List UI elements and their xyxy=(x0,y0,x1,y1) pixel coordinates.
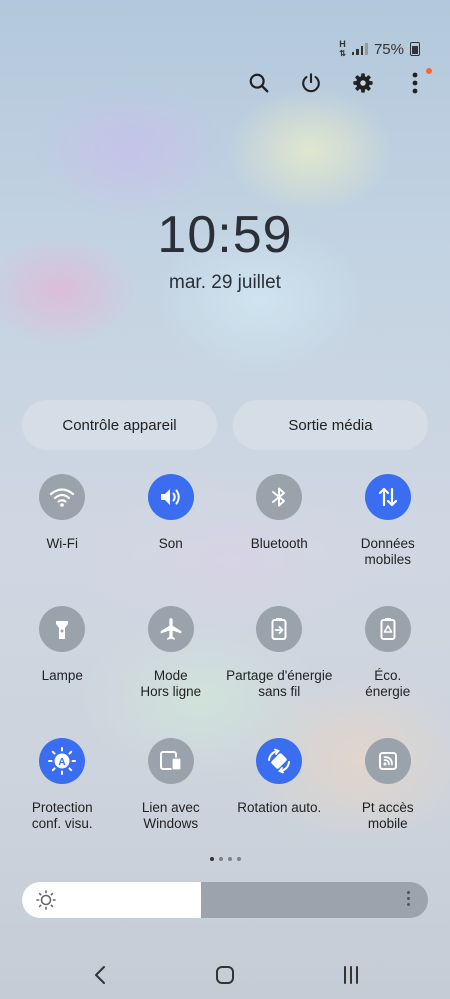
link-to-windows-icon xyxy=(159,751,182,771)
tile-power-saving[interactable]: Éco. énergie xyxy=(334,604,443,736)
tile-eye-comfort-toggle[interactable]: A xyxy=(39,738,86,784)
tile-power-share[interactable]: Partage d'énergie sans fil xyxy=(225,604,334,736)
mobile-data-icon xyxy=(378,487,397,507)
tile-power-saving-toggle[interactable] xyxy=(364,606,411,652)
power-button[interactable] xyxy=(296,66,326,100)
page-dot xyxy=(209,857,214,861)
recents-icon xyxy=(344,966,358,984)
device-control-button[interactable]: Contrôle appareil xyxy=(22,400,217,450)
tile-auto-rotate[interactable]: Rotation auto. xyxy=(225,736,334,868)
tile-airplane-toggle[interactable] xyxy=(147,606,194,652)
tile-wifi[interactable]: Wi-Fi xyxy=(8,472,117,604)
tile-eye-comfort[interactable]: A Protection conf. visu. xyxy=(8,736,117,868)
airplane-icon xyxy=(160,618,182,640)
page-dot xyxy=(227,857,232,861)
auto-rotate-icon xyxy=(268,748,291,774)
tile-label: Protection conf. visu. xyxy=(31,800,93,831)
tile-airplane[interactable]: Mode Hors ligne xyxy=(117,604,226,736)
tile-wifi-toggle[interactable] xyxy=(39,474,86,520)
mobile-data-icon: H ⇅ xyxy=(339,39,346,59)
notification-dot xyxy=(426,68,432,74)
tile-power-share-toggle[interactable] xyxy=(256,606,303,652)
navigation-bar xyxy=(0,955,450,995)
tile-label: Bluetooth xyxy=(250,536,308,551)
tile-mobile-data-toggle[interactable] xyxy=(364,474,411,520)
tile-label: Mode Hors ligne xyxy=(140,668,202,699)
tile-label: Éco. énergie xyxy=(365,668,411,699)
clock-date: mar. 29 juillet xyxy=(169,272,281,293)
quick-buttons-row: Contrôle appareil Sortie média xyxy=(22,400,428,450)
home-icon xyxy=(216,966,234,984)
gear-icon xyxy=(353,73,373,93)
home-button[interactable] xyxy=(205,960,245,990)
back-icon xyxy=(95,966,105,984)
status-bar: H ⇅ 75% xyxy=(339,40,420,58)
tile-label: Données mobiles xyxy=(360,536,415,567)
quick-settings-grid: Wi-Fi Son Bluetooth Données mobiles Lamp… xyxy=(8,472,442,868)
page-dot xyxy=(236,857,241,861)
bluetooth-icon xyxy=(272,487,286,507)
tile-auto-rotate-toggle[interactable] xyxy=(256,738,303,784)
flashlight-icon xyxy=(56,621,69,639)
sound-icon xyxy=(160,489,180,505)
tile-label: Lampe xyxy=(41,668,83,683)
back-button[interactable] xyxy=(80,960,120,990)
tile-flashlight-toggle[interactable] xyxy=(39,606,86,652)
tile-hotspot-toggle[interactable] xyxy=(364,738,411,784)
brightness-options-button[interactable] xyxy=(407,891,410,906)
tile-bluetooth-toggle[interactable] xyxy=(256,474,303,520)
page-indicator xyxy=(0,857,450,861)
tile-label: Son xyxy=(158,536,183,551)
page-dot xyxy=(218,857,223,861)
search-button[interactable] xyxy=(244,66,274,100)
brightness-slider[interactable] xyxy=(22,882,428,918)
battery-icon xyxy=(410,42,420,56)
tile-bluetooth[interactable]: Bluetooth xyxy=(225,472,334,604)
tile-link-to-windows[interactable]: Lien avec Windows xyxy=(117,736,226,868)
tile-label: Partage d'énergie sans fil xyxy=(226,668,333,699)
tile-label: Pt accès mobile xyxy=(361,800,414,831)
power-saving-icon xyxy=(380,618,396,640)
battery-percent: 75% xyxy=(373,40,404,58)
sun-icon xyxy=(36,890,56,910)
signal-icon xyxy=(351,43,368,55)
more-vertical-icon xyxy=(412,72,418,94)
tile-mobile-data[interactable]: Données mobiles xyxy=(334,472,443,604)
power-share-icon xyxy=(271,618,287,640)
search-icon xyxy=(249,73,269,93)
tile-flashlight[interactable]: Lampe xyxy=(8,604,117,736)
hotspot-icon xyxy=(378,752,397,770)
tile-link-to-windows-toggle[interactable] xyxy=(147,738,194,784)
more-options-button[interactable] xyxy=(400,66,432,100)
tile-sound[interactable]: Son xyxy=(117,472,226,604)
tile-label: Lien avec Windows xyxy=(141,800,200,831)
quick-panel-toolbar xyxy=(244,66,432,100)
eye-comfort-icon: A xyxy=(48,747,77,775)
tile-sound-toggle[interactable] xyxy=(147,474,194,520)
wifi-icon xyxy=(50,488,75,507)
recents-button[interactable] xyxy=(331,960,371,990)
tile-label: Rotation auto. xyxy=(237,800,322,815)
power-icon xyxy=(302,73,320,93)
tile-label: Wi-Fi xyxy=(46,536,78,551)
svg-text:A: A xyxy=(59,757,66,768)
clock-time: 10:59 xyxy=(157,206,293,264)
tile-hotspot[interactable]: Pt accès mobile xyxy=(334,736,443,868)
settings-button[interactable] xyxy=(348,66,378,100)
media-output-button[interactable]: Sortie média xyxy=(233,400,428,450)
